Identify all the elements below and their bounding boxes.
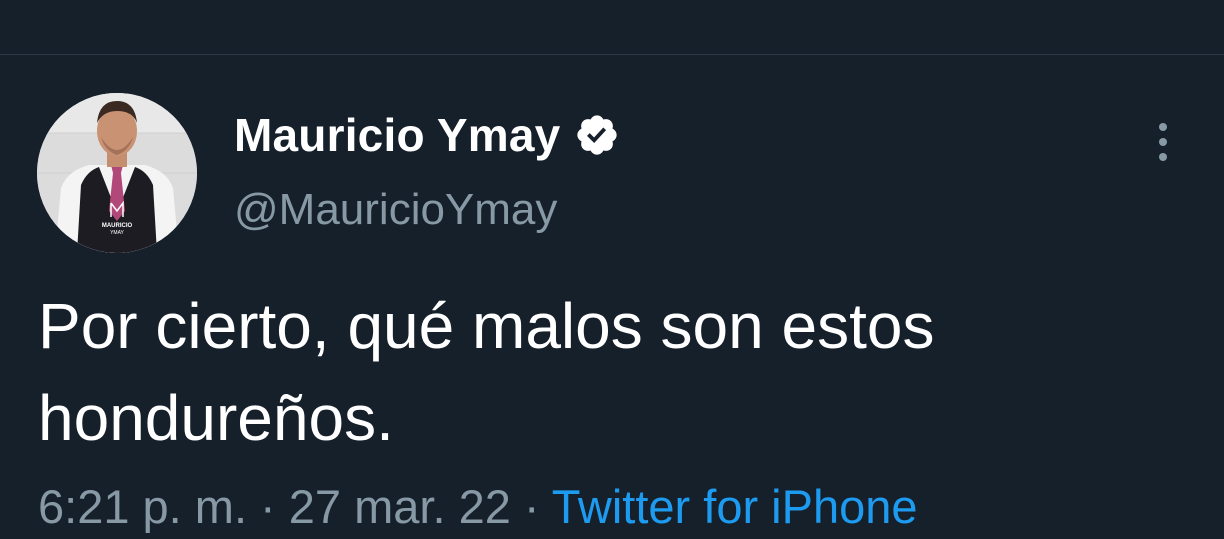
meta-separator: · [247,480,289,533]
tweet-meta: 6:21 p. m. · 27 mar. 22 · Twitter for iP… [38,479,918,534]
tweet-card: MAURICIO YMAY Mauricio Ymay @MauricioYma… [0,55,1224,539]
verified-badge-icon [574,112,620,158]
tweet-time[interactable]: 6:21 p. m. [38,480,247,533]
author-handle[interactable]: @MauricioYmay [234,185,557,235]
avatar-photo: MAURICIO YMAY [37,93,197,253]
meta-separator: · [510,480,552,533]
svg-text:YMAY: YMAY [110,230,124,236]
more-vertical-icon[interactable] [1146,117,1180,167]
svg-text:MAURICIO: MAURICIO [102,223,133,229]
tweet-source-link[interactable]: Twitter for iPhone [552,480,918,533]
author-name-row: Mauricio Ymay [234,107,620,163]
author-display-name[interactable]: Mauricio Ymay [234,108,560,162]
tweet-date[interactable]: 27 mar. 22 [289,480,511,533]
avatar[interactable]: MAURICIO YMAY [37,93,197,253]
tweet-text: Por cierto, qué malos son estos hondureñ… [38,290,935,454]
